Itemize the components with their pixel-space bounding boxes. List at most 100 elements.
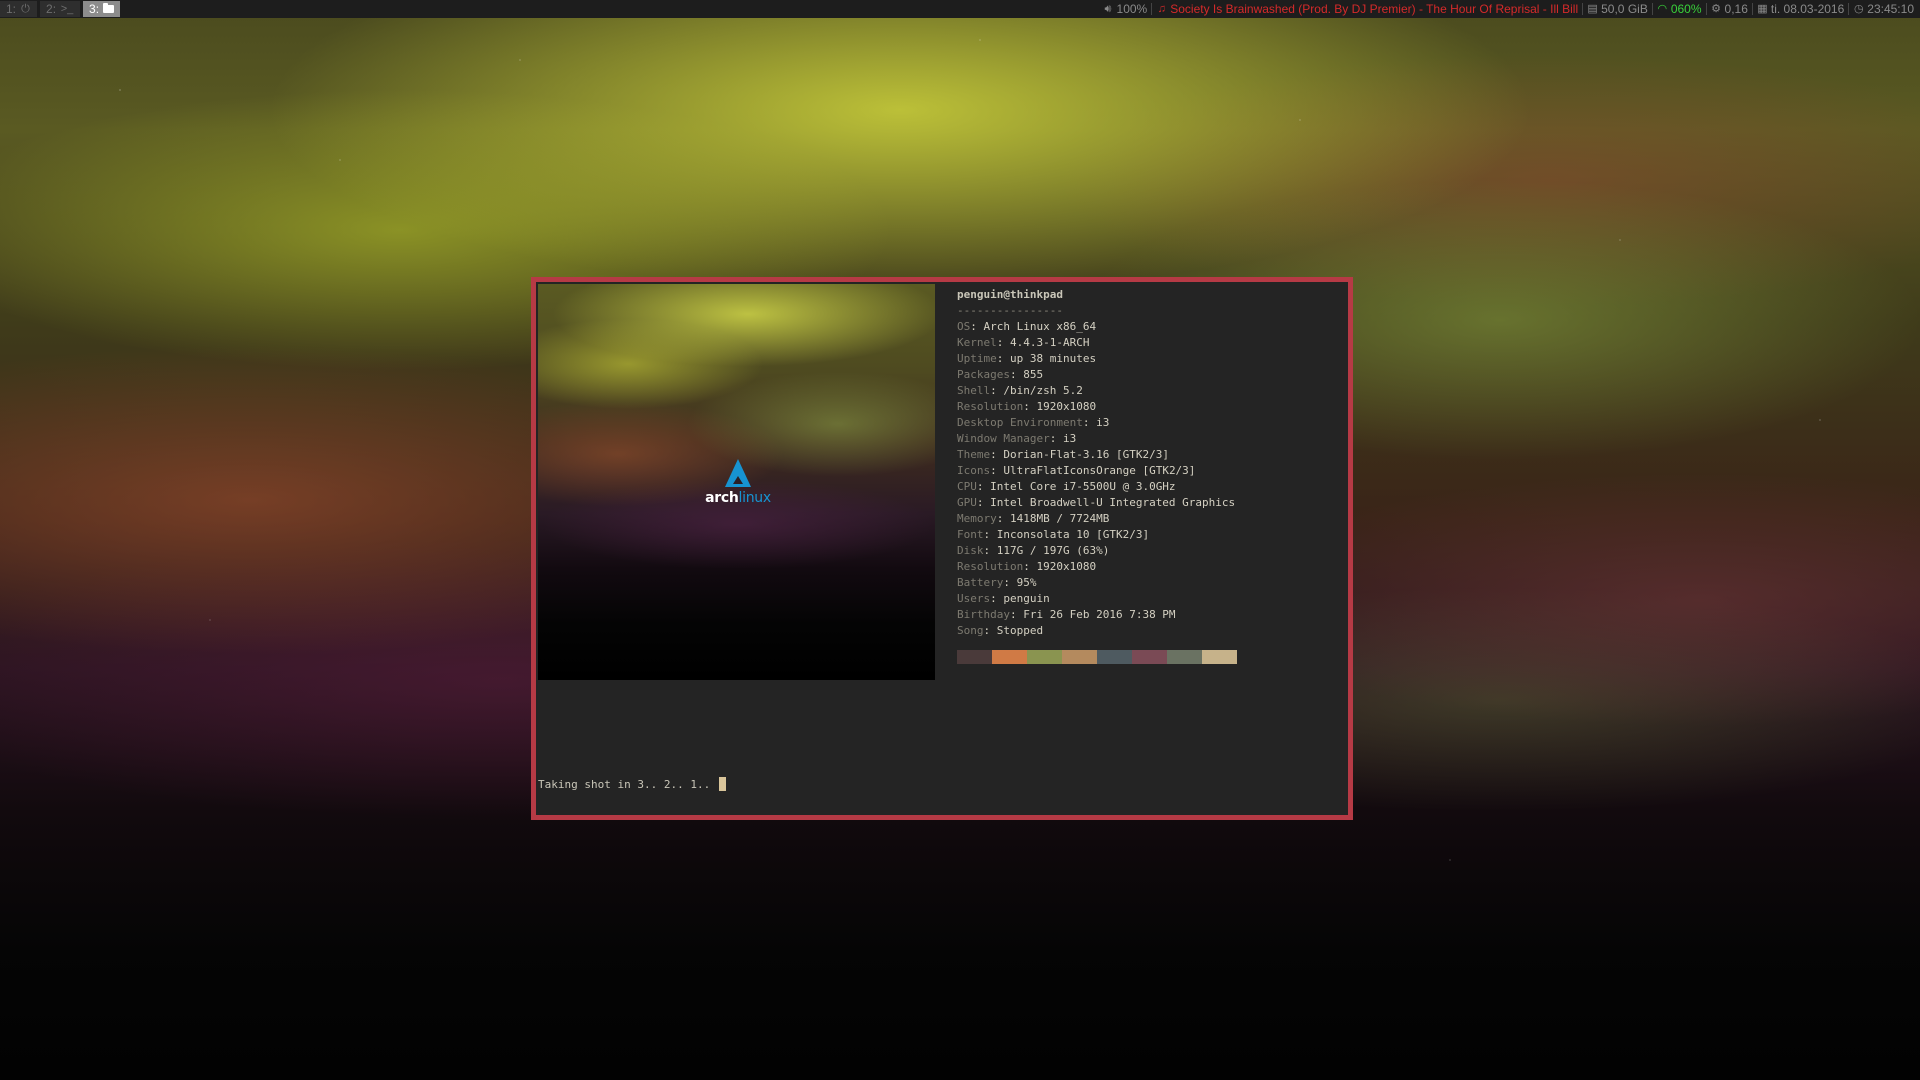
- info-value: 855: [1023, 368, 1044, 381]
- info-row: Resolution: 1920x1080: [957, 400, 1097, 413]
- info-row: Disk: 117G / 197G (63%): [957, 544, 1110, 557]
- workspace-list: 1: ⏻ 2: >_ 3:: [0, 0, 123, 18]
- workspace-2-button[interactable]: 2: >_: [40, 1, 81, 17]
- i3-status-bar: 1: ⏻ 2: >_ 3: 🔊︎ 100% ♫ Society Is Brain…: [0, 0, 1920, 18]
- info-key: Memory: [957, 512, 997, 525]
- terminal-window[interactable]: archlinux penguin@thinkpad -------------…: [531, 277, 1353, 820]
- arch-logo-text: archlinux: [705, 490, 771, 506]
- info-row: Uptime: up 38 minutes: [957, 352, 1097, 365]
- info-key: Font: [957, 528, 984, 541]
- color-swatch: [957, 650, 992, 664]
- color-swatch: [1097, 650, 1132, 664]
- load-block[interactable]: ⚙ 0,16: [1707, 0, 1752, 18]
- info-row: Song: Stopped: [957, 624, 1044, 637]
- user-host: penguin@thinkpad: [957, 288, 1063, 301]
- song-block[interactable]: ♫ Society Is Brainwashed (Prod. By DJ Pr…: [1152, 0, 1582, 18]
- info-row: Font: Inconsolata 10 [GTK2/3]: [957, 528, 1150, 541]
- info-row: Memory: 1418MB / 7724MB: [957, 512, 1110, 525]
- time-value: 23:45:10: [1867, 2, 1914, 16]
- info-value: Arch Linux x86_64: [983, 320, 1097, 333]
- info-key: Window Manager: [957, 432, 1050, 445]
- arch-linux-logo: archlinux: [703, 459, 773, 506]
- color-swatch: [1132, 650, 1167, 664]
- info-row: Theme: Dorian-Flat-3.16 [GTK2/3]: [957, 448, 1169, 461]
- info-key: Uptime: [957, 352, 997, 365]
- info-row: Icons: UltraFlatIconsOrange [GTK2/3]: [957, 464, 1196, 477]
- folder-icon: [103, 3, 115, 13]
- info-value: up 38 minutes: [1010, 352, 1097, 365]
- terminal-prompt[interactable]: Taking shot in 3.. 2.. 1..: [538, 777, 726, 793]
- info-value: 1920x1080: [1036, 400, 1097, 413]
- info-value: i3: [1096, 416, 1110, 429]
- info-value: UltraFlatIconsOrange [GTK2/3]: [1003, 464, 1196, 477]
- info-value: Inconsolata 10 [GTK2/3]: [996, 528, 1150, 541]
- info-value: i3: [1062, 432, 1077, 445]
- info-row: Shell: /bin/zsh 5.2: [957, 384, 1083, 397]
- info-value: 1418MB / 7724MB: [1010, 512, 1110, 525]
- info-key: GPU: [957, 496, 977, 509]
- volume-block[interactable]: 🔊︎ 100%: [1099, 0, 1152, 18]
- terminal-icon: >_: [60, 3, 74, 15]
- info-lines: OS: Arch Linux x86_64 Kernel: 4.4.3-1-ARC…: [957, 319, 1347, 639]
- color-swatch: [1167, 650, 1202, 664]
- music-note-icon: ♫: [1157, 3, 1166, 15]
- info-value: Dorian-Flat-3.16 [GTK2/3]: [1003, 448, 1169, 461]
- wifi-value: 060%: [1670, 2, 1702, 16]
- wifi-block[interactable]: ◠ 060%: [1653, 0, 1706, 18]
- info-key: Packages: [957, 368, 1010, 381]
- power-icon: ⏻: [21, 3, 30, 15]
- status-blocks: 🔊︎ 100% ♫ Society Is Brainwashed (Prod. …: [1099, 0, 1918, 18]
- prompt-text: Taking shot in 3.. 2.. 1..: [538, 778, 711, 791]
- date-block[interactable]: ▦ ti. 08.03-2016: [1753, 0, 1848, 18]
- info-key: Icons: [957, 464, 991, 477]
- info-key: Resolution: [957, 560, 1024, 573]
- date-value: ti. 08.03-2016: [1770, 2, 1845, 16]
- color-swatch: [1202, 650, 1237, 664]
- info-row: Resolution: 1920x1080: [957, 560, 1097, 573]
- cpu-icon: ⚙: [1711, 3, 1721, 15]
- disk-icon: ▤: [1587, 3, 1598, 15]
- info-row: OS: Arch Linux x86_64: [957, 320, 1097, 333]
- info-row: Window Manager: i3: [957, 432, 1077, 445]
- info-key: Shell: [957, 384, 991, 397]
- color-palette: [957, 650, 1237, 664]
- info-key: CPU: [957, 480, 977, 493]
- info-key: Resolution: [957, 400, 1024, 413]
- time-block[interactable]: ◷ 23:45:10: [1849, 0, 1918, 18]
- song-title: Society Is Brainwashed (Prod. By DJ Prem…: [1170, 2, 1579, 16]
- text-cursor: [718, 777, 726, 791]
- info-key: Kernel: [957, 336, 997, 349]
- info-value: Stopped: [996, 624, 1044, 637]
- info-value: Intel Core i7-5500U @ 3.0GHz: [990, 480, 1176, 493]
- info-key: Disk: [957, 544, 984, 557]
- info-value: 117G / 197G (63%): [996, 544, 1110, 557]
- calendar-icon: ▦: [1757, 3, 1768, 15]
- info-row: CPU: Intel Core i7-5500U @ 3.0GHz: [957, 480, 1176, 493]
- wallpaper-preview-image: archlinux: [538, 284, 935, 680]
- info-row: Battery: 95%: [957, 576, 1037, 589]
- volume-value: 100%: [1116, 2, 1148, 16]
- info-row: Users: penguin: [957, 592, 1050, 605]
- info-key: Battery: [957, 576, 1004, 589]
- separator-line: ----------------: [957, 304, 1063, 317]
- info-row: Packages: 855: [957, 368, 1044, 381]
- disk-value: 50,0 GiB: [1601, 2, 1648, 16]
- clock-icon: ◷: [1853, 3, 1864, 15]
- info-key: Users: [957, 592, 991, 605]
- info-key: Desktop Environment: [957, 416, 1083, 429]
- system-info: penguin@thinkpad ---------------- OS: Ar…: [957, 287, 1347, 639]
- info-key: Birthday: [957, 608, 1010, 621]
- load-value: 0,16: [1724, 2, 1748, 16]
- info-row: Desktop Environment: i3: [957, 416, 1110, 429]
- workspace-1-button[interactable]: 1: ⏻: [0, 1, 38, 17]
- info-value: penguin: [1003, 592, 1050, 605]
- info-key: Theme: [957, 448, 991, 461]
- workspace-number: 2:: [46, 2, 57, 16]
- disk-block[interactable]: ▤ 50,0 GiB: [1583, 0, 1652, 18]
- arch-triangle-icon: [725, 459, 751, 487]
- workspace-number: 3:: [89, 2, 100, 16]
- workspace-3-button[interactable]: 3:: [83, 1, 121, 17]
- info-row: Kernel: 4.4.3-1-ARCH: [957, 336, 1090, 349]
- wifi-icon: ◠: [1657, 3, 1668, 15]
- info-value: Intel Broadwell-U Integrated Graphics: [990, 496, 1236, 509]
